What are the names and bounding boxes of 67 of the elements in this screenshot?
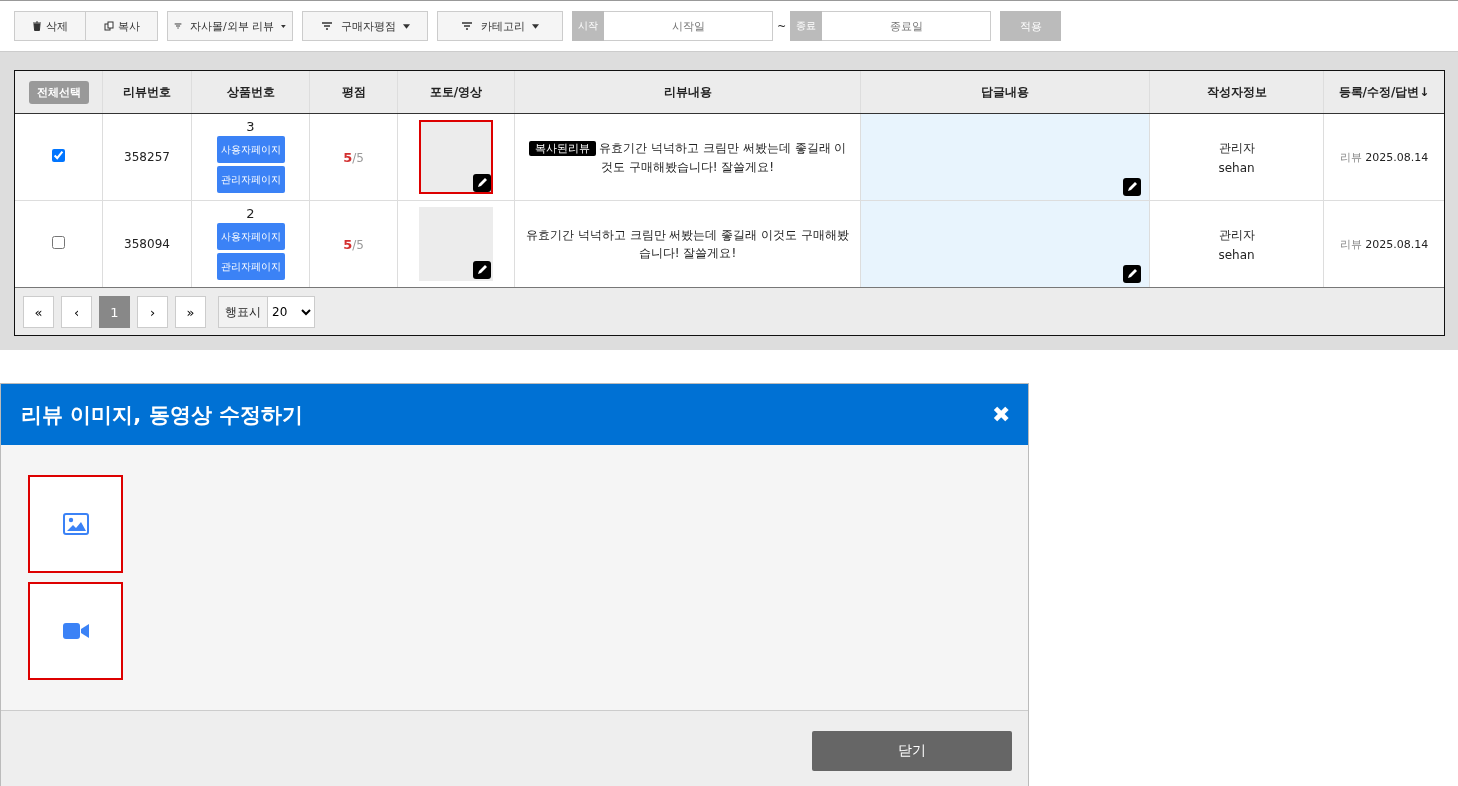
column-header: 답글내용 <box>860 71 1150 114</box>
toolbar-button[interactable]: 카테고리 <box>437 11 563 41</box>
pencil-icon[interactable] <box>473 261 491 279</box>
column-header: 작성자정보 <box>1149 71 1324 114</box>
column-header: 리뷰번호 <box>102 71 192 114</box>
toolbar-button[interactable]: 삭제 <box>14 11 86 41</box>
admin-page-button[interactable]: 관리자페이지 <box>216 166 285 193</box>
caret-icon <box>532 23 539 29</box>
admin-page-button[interactable]: 관리자페이지 <box>216 253 285 280</box>
image-icon <box>62 513 89 535</box>
toolbar-button[interactable]: 자사몰/외부 리뷰 <box>167 11 293 41</box>
column-header: 상품번호 <box>191 71 310 114</box>
date-tag: 종료 <box>790 11 823 41</box>
user-page-button[interactable]: 사용자페이지 <box>216 136 285 163</box>
upload-slot[interactable] <box>28 475 123 573</box>
date-label: 리뷰 <box>1339 150 1362 164</box>
pencil-icon[interactable] <box>1123 265 1141 283</box>
end-date-field[interactable]: 종료일 <box>822 11 992 41</box>
author-role: 관리자 <box>1217 226 1256 244</box>
first-page-button[interactable]: « <box>23 296 54 328</box>
next-page-button[interactable]: › <box>137 296 168 328</box>
close-button[interactable]: ✖ <box>992 401 1010 428</box>
review-text: 유효기간 넉넉하고 크림만 써봤는데 좋길래 이것도 구매해봤습니다! 잘쓸게요! <box>599 140 847 174</box>
column-header: 포토/영상 <box>397 71 515 114</box>
filter-icon <box>320 21 333 31</box>
rating: 5/5 <box>343 237 364 252</box>
filter-icon <box>461 21 473 31</box>
product-number: 2 <box>246 208 255 220</box>
pencil-icon[interactable] <box>1123 178 1141 196</box>
copied-review-badge: 복사된리뷰 <box>528 140 596 156</box>
review-date: 2025.08.14 <box>1365 150 1429 164</box>
date-tag: 시작 <box>572 11 604 41</box>
caret-icon <box>402 23 410 29</box>
photo-thumbnail[interactable] <box>419 120 493 194</box>
review-text: 유효기간 넉넉하고 크림만 써봤는데 좋길래 이것도 구매해봤습니다! 잘쓸게요! <box>526 228 849 260</box>
row-checkbox[interactable] <box>52 149 65 162</box>
author-id: sehan <box>1217 247 1256 262</box>
table-cell: 358257 <box>102 113 192 201</box>
copy-icon <box>103 21 114 31</box>
trash-icon <box>32 21 42 31</box>
review-date: 2025.08.14 <box>1365 237 1429 251</box>
upload-slot[interactable] <box>28 582 123 680</box>
column-header: 등록/수정/답변↓ <box>1323 71 1444 114</box>
modal-title: 리뷰 이미지, 동영상 수정하기 <box>21 401 303 429</box>
range-separator: ~ <box>777 19 787 33</box>
author-role: 관리자 <box>1217 139 1256 157</box>
last-page-button[interactable]: » <box>175 296 206 328</box>
column-header: 평점 <box>309 71 398 114</box>
previous-page-button[interactable]: ‹ <box>61 296 92 328</box>
toolbar-button[interactable]: 구매자평점 <box>302 11 428 41</box>
caret-icon <box>281 23 286 29</box>
page-button[interactable]: 1 <box>99 296 130 328</box>
user-page-button[interactable]: 사용자페이지 <box>216 223 285 250</box>
start-date-field[interactable]: 시작일 <box>604 11 773 41</box>
product-number: 3 <box>246 121 255 133</box>
close-dialog-button[interactable]: 닫기 <box>812 731 1012 771</box>
column-header: 리뷰내용 <box>514 71 861 114</box>
filter-icon <box>174 21 183 31</box>
date-label: 리뷰 <box>1339 237 1362 251</box>
row-checkbox[interactable] <box>52 236 65 249</box>
photo-thumbnail[interactable] <box>419 207 493 281</box>
rating: 5/5 <box>343 150 364 165</box>
author-id: sehan <box>1217 160 1256 175</box>
video-camera-icon <box>62 620 89 642</box>
pencil-icon[interactable] <box>473 174 491 192</box>
table-cell: 358094 <box>102 200 192 288</box>
toolbar-button[interactable]: 복사 <box>86 11 158 41</box>
